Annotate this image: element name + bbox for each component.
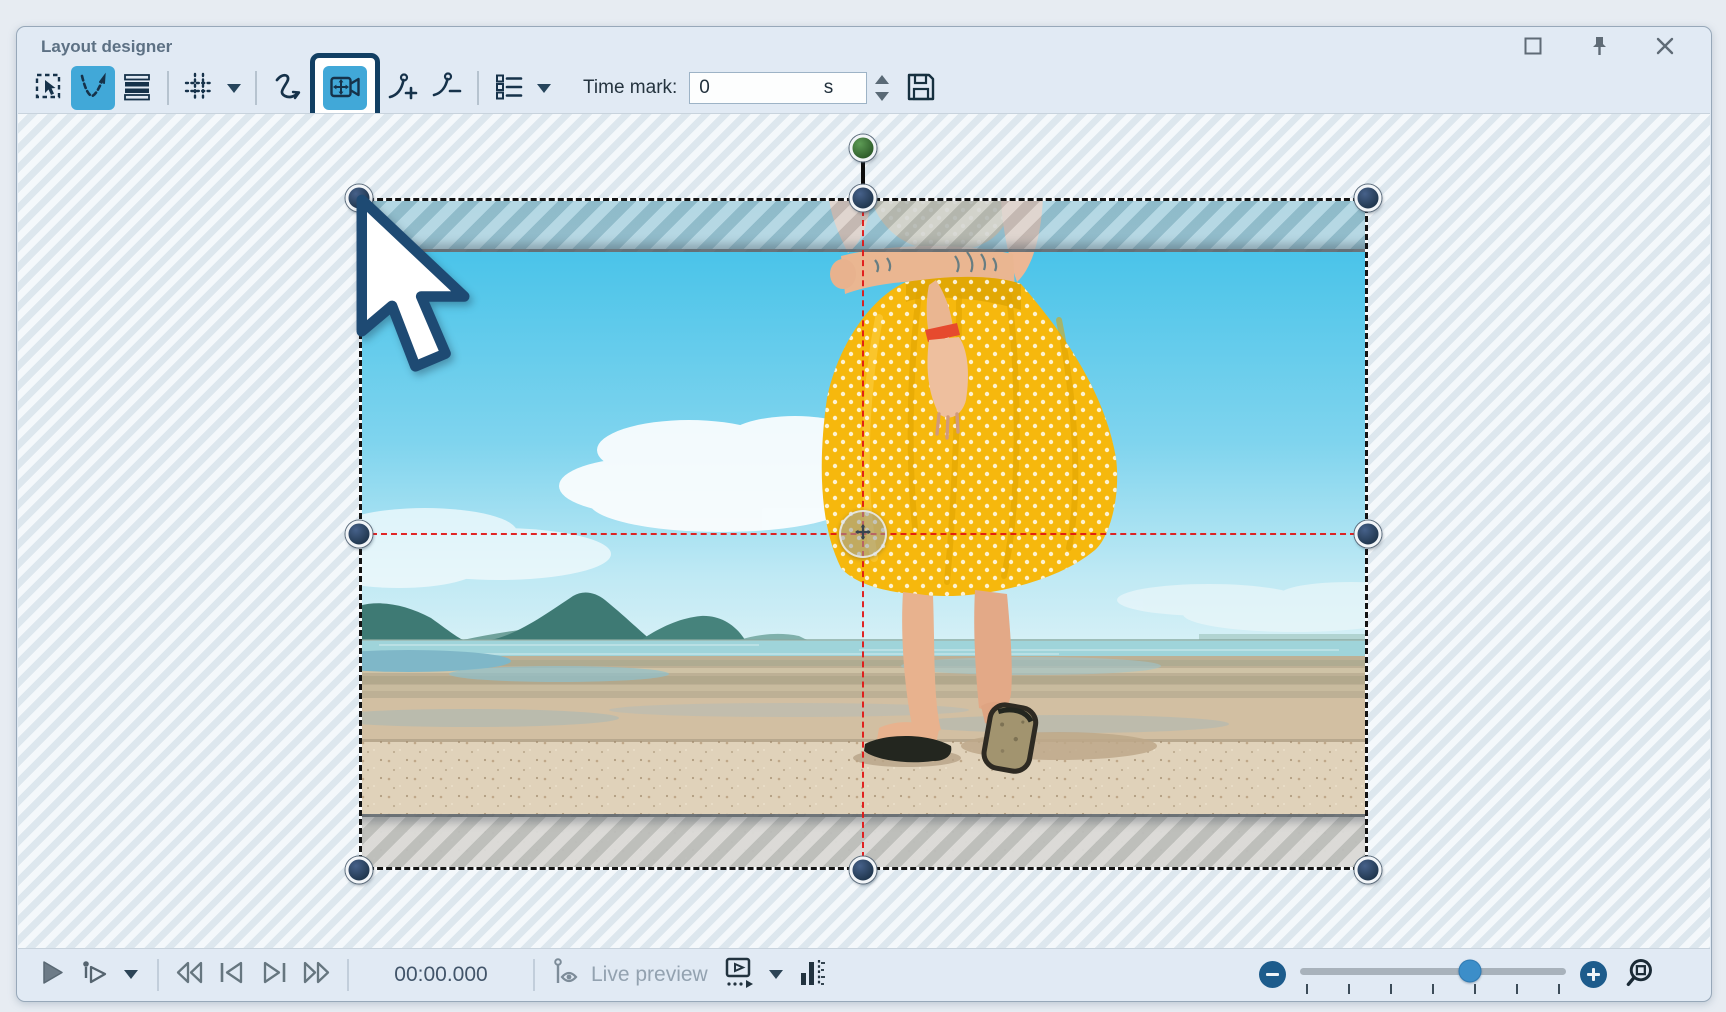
keyframe-list-dropdown-button[interactable] [531, 66, 557, 110]
separator [255, 71, 257, 105]
preview-in-window-button[interactable] [721, 957, 757, 993]
layout-designer-window: Layout designer [16, 26, 1712, 1002]
next-frame-icon [259, 958, 289, 991]
time-mark-field: s [689, 72, 867, 104]
live-preview-toggle[interactable] [548, 957, 584, 993]
minus-icon [1266, 973, 1279, 976]
resize-handle-middle-left[interactable] [346, 521, 373, 548]
motion-path-icon [78, 72, 108, 105]
separator [347, 959, 349, 991]
previous-frame-button[interactable] [214, 957, 250, 993]
keyframe-list-icon [494, 72, 524, 105]
time-mark-spinner [873, 75, 891, 102]
center-marker[interactable] [839, 510, 887, 558]
maximize-button[interactable] [1521, 35, 1545, 59]
select-cursor-icon [34, 72, 64, 105]
zoom-slider-track[interactable] [1300, 968, 1566, 975]
spinner-up-button[interactable] [873, 75, 891, 85]
add-keyframe-icon [387, 71, 419, 106]
layout-canvas[interactable] [18, 113, 1710, 949]
close-button[interactable] [1653, 35, 1677, 59]
layers-tool-button[interactable] [115, 66, 159, 110]
zoom-control [1259, 948, 1661, 1001]
zoom-out-button[interactable] [1259, 961, 1286, 988]
timeline-stats-icon [798, 957, 828, 992]
keyframe-list-tool-button[interactable] [487, 66, 531, 110]
play-button[interactable] [34, 957, 70, 993]
maximize-icon [1523, 36, 1543, 59]
add-keyframe-tool-button[interactable] [381, 66, 425, 110]
separator [157, 959, 159, 991]
window-controls [1521, 35, 1677, 59]
grid-tool-button[interactable] [177, 66, 221, 110]
remove-keyframe-icon [431, 71, 463, 106]
grid-dropdown-button[interactable] [221, 66, 247, 110]
separator [167, 71, 169, 105]
separator [477, 71, 479, 105]
transport-bar: 00:00.000 Live preview [17, 948, 1711, 1001]
window-title: Layout designer [41, 37, 172, 57]
magnifier-icon [1625, 978, 1659, 993]
resize-handle-middle-right[interactable] [1355, 521, 1382, 548]
layers-icon [122, 72, 152, 105]
pin-button[interactable] [1587, 35, 1611, 59]
time-mark-unit: s [824, 77, 834, 99]
preview-in-window-icon [723, 956, 755, 993]
rotation-handle[interactable] [850, 135, 877, 162]
curve-tool-button[interactable] [265, 66, 309, 110]
chevron-down-icon [875, 92, 889, 101]
camera-pan-tool-button[interactable] [323, 66, 367, 110]
play-options-dropdown-button[interactable] [118, 957, 144, 993]
image-selection[interactable] [359, 198, 1368, 870]
resize-handle-bottom-left[interactable] [346, 857, 373, 884]
motion-path-tool-button[interactable] [71, 66, 115, 110]
curve-icon [271, 71, 303, 106]
play-icon [37, 958, 67, 991]
titlebar: Layout designer [17, 27, 1711, 63]
resize-handle-bottom-center[interactable] [850, 857, 877, 884]
close-icon [1655, 36, 1675, 59]
zoom-to-fit-button[interactable] [1623, 956, 1661, 994]
play-from-position-button[interactable] [76, 957, 112, 993]
next-frame-button[interactable] [256, 957, 292, 993]
resize-handle-bottom-right[interactable] [1355, 857, 1382, 884]
pin-eye-icon [550, 957, 582, 992]
chevron-down-icon [537, 84, 551, 93]
chevron-down-icon [124, 970, 138, 979]
skip-to-start-icon [174, 958, 206, 991]
save-icon [905, 91, 937, 106]
separator [533, 959, 535, 991]
zoom-slider-handle[interactable] [1459, 959, 1482, 982]
time-mark-label: Time mark: [583, 77, 677, 99]
camera-pan-icon [329, 71, 361, 106]
zoom-slider[interactable] [1300, 957, 1566, 993]
toolbar: Time mark: s [17, 63, 1711, 113]
chevron-down-icon [227, 84, 241, 93]
timeline-stats-button[interactable] [795, 957, 831, 993]
resize-handle-top-left[interactable] [346, 185, 373, 212]
chevron-down-icon [769, 970, 783, 979]
skip-to-end-button[interactable] [298, 957, 334, 993]
zoom-slider-ticks [1306, 984, 1560, 994]
pin-icon [1589, 35, 1609, 60]
zoom-in-button[interactable] [1580, 961, 1607, 988]
time-mark-group: Time mark: s [583, 70, 939, 106]
skip-to-end-icon [300, 958, 332, 991]
grid-icon [184, 72, 214, 105]
spinner-down-button[interactable] [873, 92, 891, 102]
resize-handle-top-right[interactable] [1355, 185, 1382, 212]
save-button[interactable] [903, 70, 939, 106]
time-display: 00:00.000 [385, 963, 497, 987]
time-mark-input[interactable] [689, 72, 867, 104]
select-tool-button[interactable] [27, 66, 71, 110]
chevron-up-icon [875, 75, 889, 84]
skip-to-start-button[interactable] [172, 957, 208, 993]
live-preview-label: Live preview [591, 963, 708, 987]
play-from-position-icon [79, 958, 109, 991]
previous-frame-icon [217, 958, 247, 991]
resize-handle-top-center[interactable] [850, 185, 877, 212]
remove-keyframe-tool-button[interactable] [425, 66, 469, 110]
center-cross-icon [855, 524, 871, 545]
preview-options-dropdown-button[interactable] [763, 957, 789, 993]
